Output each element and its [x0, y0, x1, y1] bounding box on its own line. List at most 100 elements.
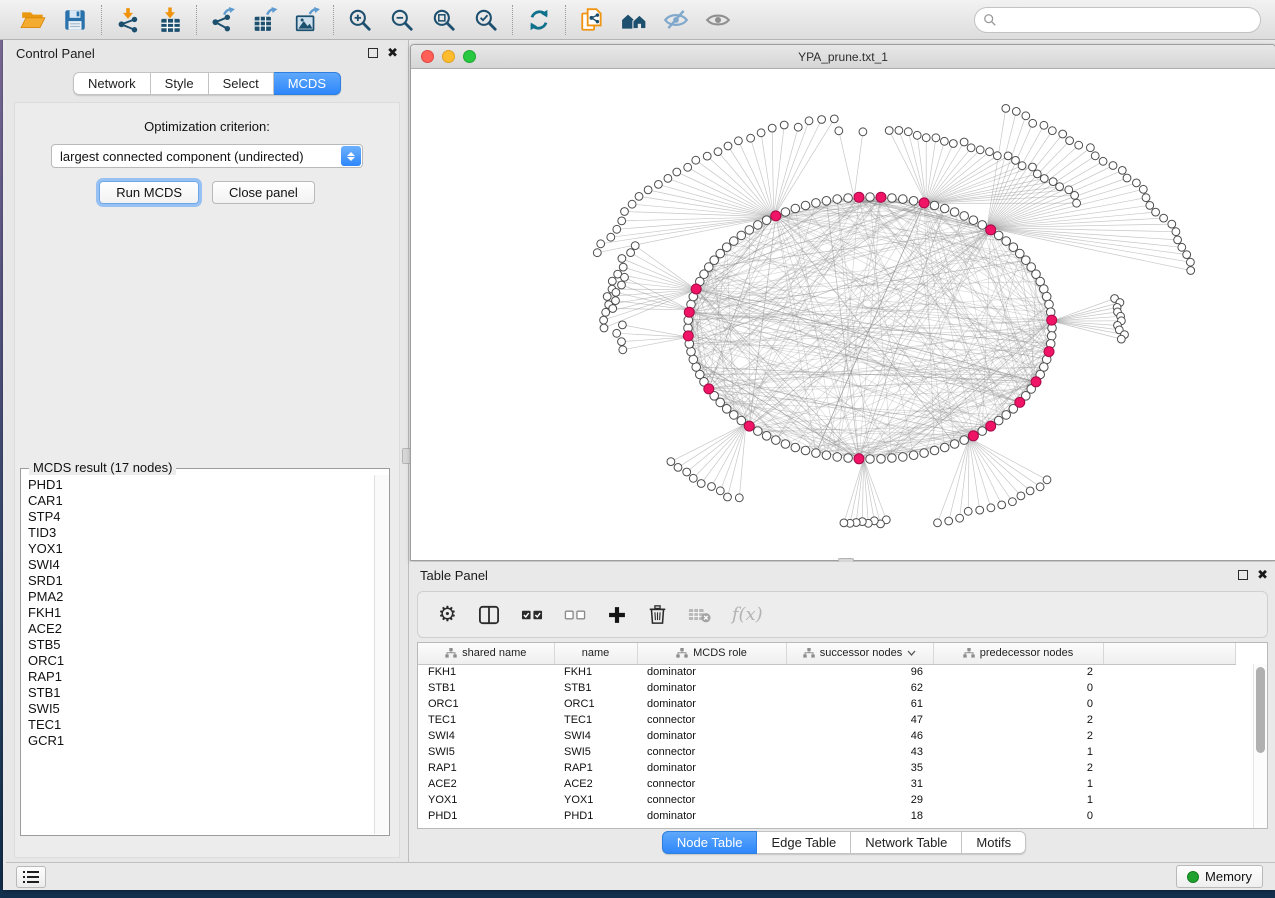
mcds-result-item[interactable]: CAR1 — [28, 493, 373, 509]
network-leaf-node[interactable] — [1029, 163, 1037, 171]
network-leaf-node[interactable] — [1118, 167, 1126, 175]
cell-name[interactable]: RAP1 — [554, 760, 637, 776]
network-leaf-node[interactable] — [597, 240, 605, 248]
cell-name[interactable]: ORC1 — [554, 696, 637, 712]
network-leaf-node[interactable] — [830, 115, 838, 123]
table-row[interactable]: TEC1TEC1connector472 — [418, 712, 1236, 728]
network-node[interactable] — [716, 249, 725, 258]
table-row[interactable]: YOX1YOX1connector291 — [418, 792, 1236, 808]
tab-node-table[interactable]: Node Table — [662, 831, 758, 854]
close-panel-icon[interactable]: ✖ — [387, 48, 398, 58]
network-leaf-node[interactable] — [1036, 483, 1044, 491]
network-node[interactable] — [1042, 292, 1051, 301]
network-edge[interactable] — [889, 131, 926, 204]
network-edge[interactable] — [693, 359, 826, 455]
network-node[interactable] — [930, 201, 939, 210]
tab-network[interactable]: Network — [73, 72, 151, 95]
network-leaf-node[interactable] — [1142, 194, 1150, 202]
cell-MCDS-role[interactable]: connector — [637, 744, 786, 760]
network-hub-node[interactable] — [968, 431, 978, 441]
network-leaf-node[interactable] — [1187, 258, 1195, 266]
table-settings-button[interactable]: ⚙ — [438, 604, 457, 625]
import-table-button[interactable] — [155, 5, 185, 35]
network-node[interactable] — [822, 451, 831, 460]
cell-name[interactable]: YOX1 — [554, 792, 637, 808]
first-neighbors-button[interactable] — [619, 5, 649, 35]
cell-predecessor-nodes[interactable]: 1 — [933, 744, 1103, 760]
network-edge[interactable] — [926, 174, 1037, 204]
network-leaf-node[interactable] — [697, 480, 705, 488]
table-row[interactable]: RAP1RAP1dominator352 — [418, 760, 1236, 776]
cell-predecessor-nodes[interactable]: 2 — [933, 664, 1103, 680]
network-leaf-node[interactable] — [1029, 119, 1037, 127]
cell-successor-nodes[interactable]: 61 — [786, 696, 933, 712]
network-leaf-node[interactable] — [960, 138, 968, 146]
network-edge[interactable] — [1052, 321, 1122, 339]
network-node[interactable] — [909, 197, 918, 206]
network-node[interactable] — [1009, 243, 1018, 252]
network-leaf-node[interactable] — [967, 144, 975, 152]
network-edge[interactable] — [739, 424, 746, 498]
network-node[interactable] — [791, 443, 800, 452]
network-leaf-node[interactable] — [1009, 498, 1017, 506]
network-edge[interactable] — [987, 161, 1103, 227]
task-history-button[interactable] — [16, 866, 46, 888]
mcds-result-item[interactable]: FKH1 — [28, 605, 373, 621]
cell-name[interactable]: SWI5 — [554, 744, 637, 760]
column-header-name[interactable]: name — [554, 643, 637, 664]
network-edge[interactable] — [678, 424, 746, 468]
network-edge[interactable] — [987, 108, 1006, 227]
network-leaf-node[interactable] — [964, 507, 972, 515]
network-edge[interactable] — [1052, 321, 1125, 335]
network-edge[interactable] — [917, 135, 926, 203]
network-leaf-node[interactable] — [1022, 112, 1030, 120]
network-leaf-node[interactable] — [600, 316, 608, 324]
network-leaf-node[interactable] — [1033, 170, 1041, 178]
mcds-result-item[interactable]: SRD1 — [28, 573, 373, 589]
cell-MCDS-role[interactable]: dominator — [637, 760, 786, 776]
network-leaf-node[interactable] — [689, 474, 697, 482]
network-leaf-node[interactable] — [805, 117, 813, 125]
export-table-button[interactable] — [250, 5, 280, 35]
memory-button[interactable]: Memory — [1176, 865, 1263, 888]
network-node[interactable] — [960, 212, 969, 221]
tab-style[interactable]: Style — [151, 72, 209, 95]
network-leaf-node[interactable] — [1048, 127, 1056, 135]
network-leaf-node[interactable] — [692, 156, 700, 164]
network-hub-node[interactable] — [854, 454, 864, 464]
maximize-window-icon[interactable] — [463, 50, 476, 63]
network-leaf-node[interactable] — [735, 494, 743, 502]
network-node[interactable] — [812, 199, 821, 208]
float-panel-icon[interactable] — [368, 48, 378, 58]
network-hub-node[interactable] — [691, 284, 701, 294]
network-leaf-node[interactable] — [655, 181, 663, 189]
network-leaf-node[interactable] — [1172, 228, 1180, 236]
cell-MCDS-role[interactable]: dominator — [637, 728, 786, 744]
network-leaf-node[interactable] — [1056, 183, 1064, 191]
cell-shared-name[interactable]: ORC1 — [418, 696, 554, 712]
zoom-selected-button[interactable] — [471, 5, 501, 35]
network-leaf-node[interactable] — [724, 142, 732, 150]
refresh-view-button[interactable] — [524, 5, 554, 35]
network-edge[interactable] — [1052, 312, 1118, 321]
network-edge[interactable] — [712, 424, 746, 487]
tab-edge-table[interactable]: Edge Table — [757, 831, 851, 854]
network-edge[interactable] — [987, 123, 1033, 227]
network-leaf-node[interactable] — [757, 129, 765, 137]
network-node[interactable] — [899, 453, 908, 462]
network-leaf-node[interactable] — [1087, 144, 1095, 152]
network-leaf-node[interactable] — [708, 483, 716, 491]
network-edge[interactable] — [728, 424, 746, 497]
show-all-button[interactable] — [703, 5, 733, 35]
network-edge[interactable] — [612, 289, 696, 290]
network-edge[interactable] — [850, 459, 864, 523]
network-hub-node[interactable] — [876, 192, 886, 202]
table-row[interactable]: SWI5SWI5connector431 — [418, 744, 1236, 760]
network-node[interactable] — [930, 446, 939, 455]
network-leaf-node[interactable] — [1187, 267, 1195, 275]
table-row[interactable]: PHD1PHD1dominator180 — [418, 808, 1236, 824]
criterion-select[interactable]: largest connected component (undirected) — [51, 144, 363, 168]
network-leaf-node[interactable] — [1160, 214, 1168, 222]
network-leaf-node[interactable] — [835, 127, 843, 135]
cell-successor-nodes[interactable]: 47 — [786, 712, 933, 728]
